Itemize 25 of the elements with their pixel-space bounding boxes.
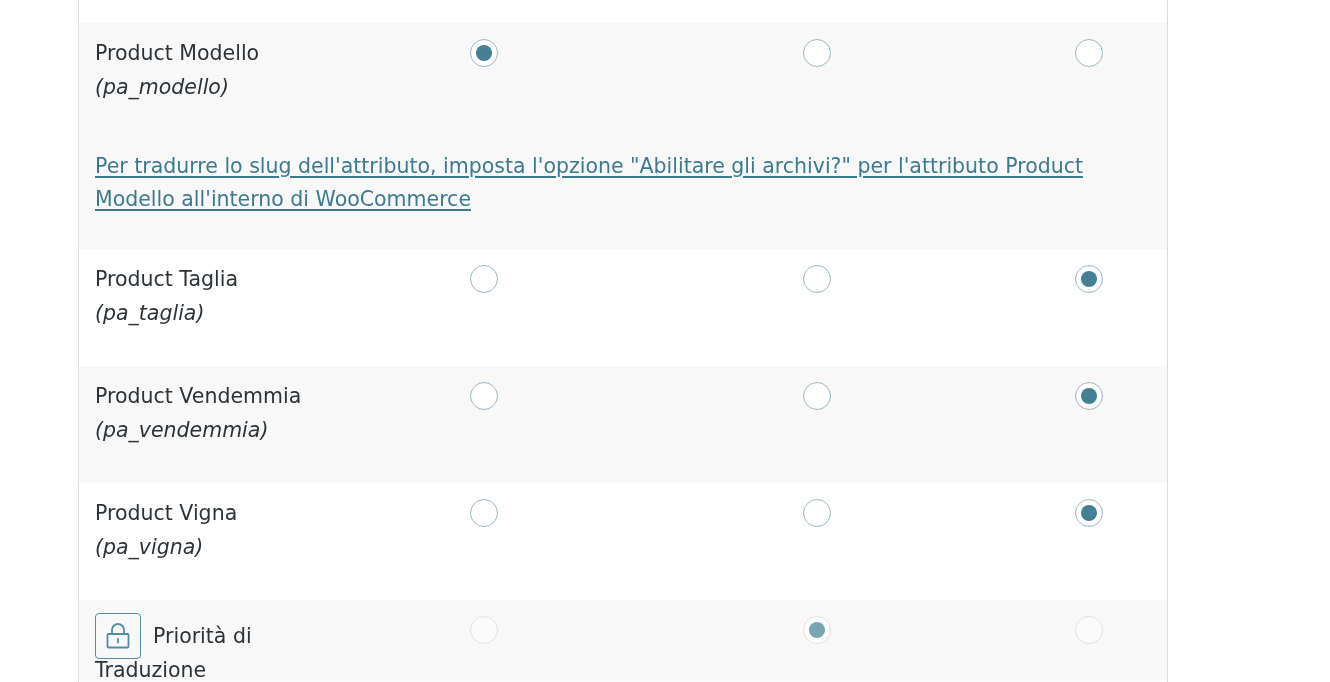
radio-button[interactable] <box>1075 382 1103 410</box>
radio-button[interactable] <box>1075 499 1103 527</box>
attribute-name: Product Vigna <box>95 500 239 527</box>
radio-button[interactable] <box>803 265 831 293</box>
radio-button[interactable] <box>803 382 831 410</box>
radio-button[interactable] <box>803 499 831 527</box>
radio-button[interactable] <box>470 382 498 410</box>
attribute-slug: (pa_modello) <box>95 74 230 102</box>
lock-icon <box>106 623 130 649</box>
radio-button[interactable] <box>803 39 831 67</box>
attribute-name: Product Modello <box>95 40 261 67</box>
attribute-slug: (pa_vendemmia) <box>95 417 270 445</box>
radio-button[interactable] <box>470 39 498 67</box>
attribute-name: Product Vendemmia <box>95 383 303 410</box>
radio-button[interactable] <box>470 499 498 527</box>
setting-label: Traduzione <box>95 659 208 681</box>
attribute-slug: (pa_vigna) <box>95 534 205 562</box>
setting-label: Priorità di <box>153 623 252 649</box>
lock-button[interactable] <box>95 613 141 659</box>
attribute-name: Product Taglia <box>95 266 239 293</box>
attribute-slug: (pa_taglia) <box>95 300 206 328</box>
radio-button[interactable] <box>1075 265 1103 293</box>
radio-button[interactable] <box>470 265 498 293</box>
radio-button[interactable] <box>1075 39 1103 67</box>
translate-slug-link[interactable]: Per tradurre lo slug dell'attributo, imposta l'opzione "Abilitare gli archivi?" per l'attributo Product Modello all'interno di WooCommerce <box>95 150 1095 216</box>
